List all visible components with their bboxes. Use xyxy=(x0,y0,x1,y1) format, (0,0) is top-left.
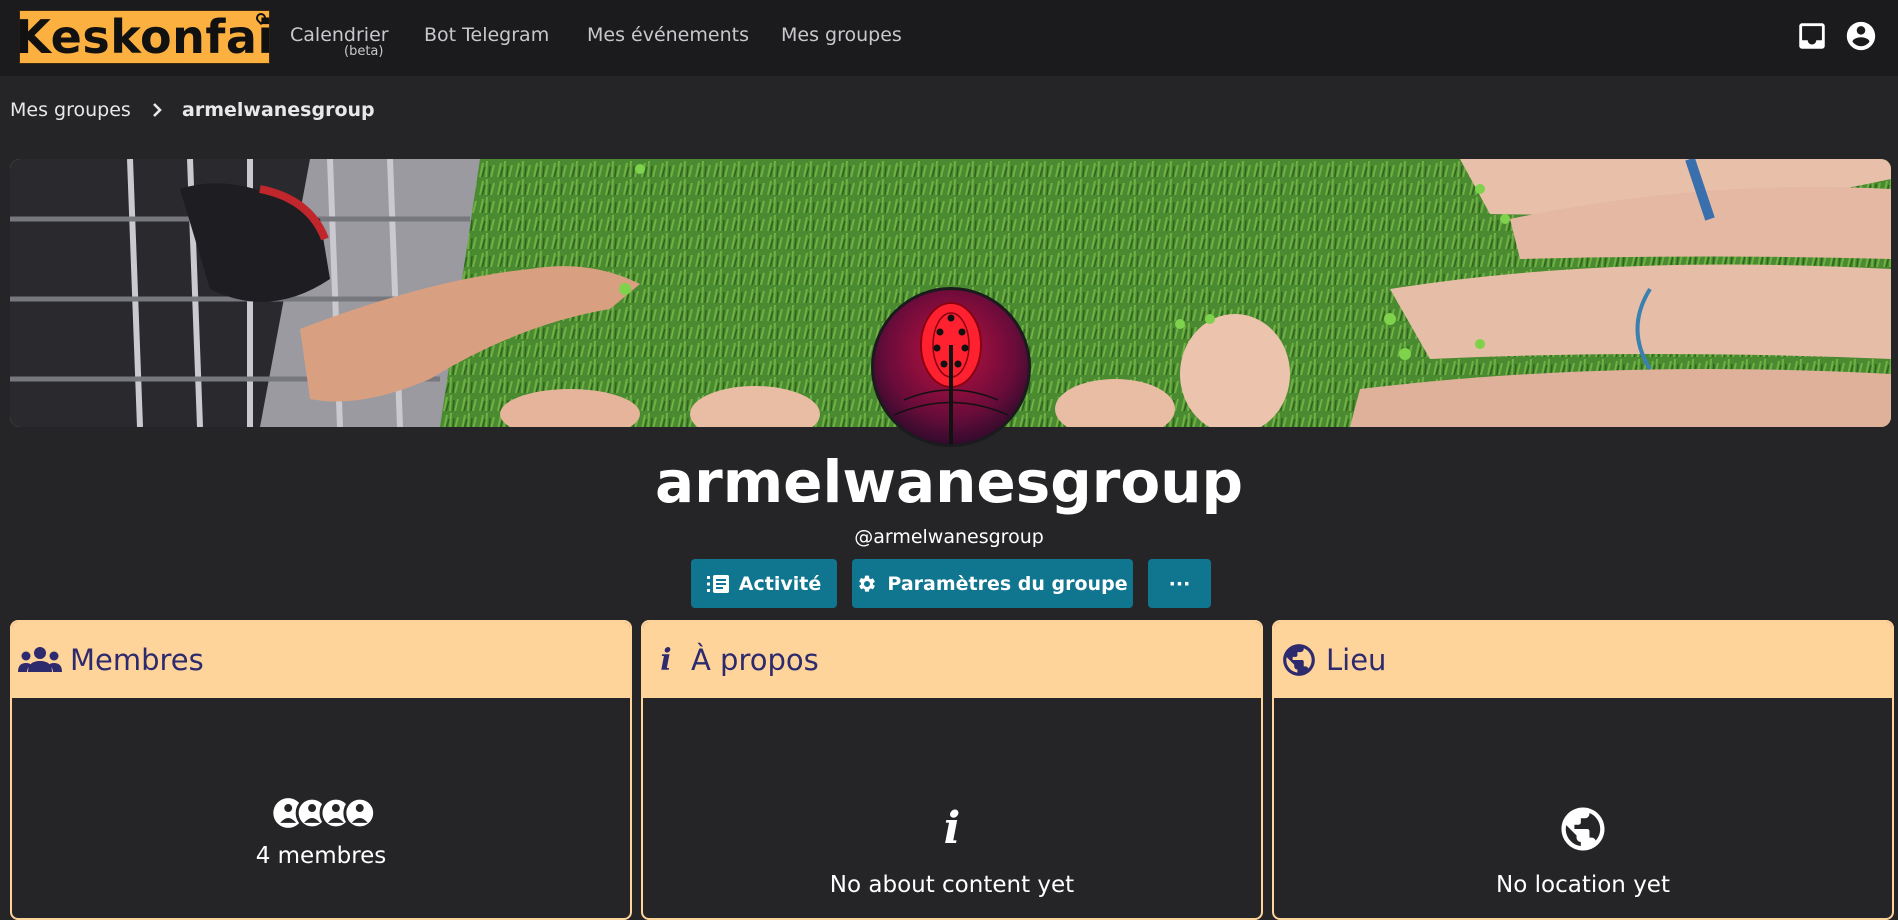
about-card-header: i À propos xyxy=(643,622,1261,698)
group-handle: @armelwanesgroup xyxy=(854,526,1044,548)
nav-item-mes-groupes[interactable]: Mes groupes xyxy=(781,24,902,46)
top-navbar: Keskonfai Calendrier (beta) Bot Telegram… xyxy=(0,0,1898,76)
more-options-button[interactable]: ··· xyxy=(1148,559,1211,608)
member-avatars-icon xyxy=(273,796,377,830)
earth-icon xyxy=(1283,644,1315,676)
members-card-title: Membres xyxy=(70,643,204,677)
location-empty-text: No location yet xyxy=(1496,872,1670,898)
nav-beta-label: (beta) xyxy=(344,44,384,59)
account-group-icon xyxy=(18,647,62,672)
about-card-title: À propos xyxy=(691,643,819,677)
members-card-header[interactable]: Membres xyxy=(12,622,630,698)
breadcrumb-current: armelwanesgroup xyxy=(182,99,375,121)
group-avatar xyxy=(871,287,1031,447)
account-circle-icon[interactable] xyxy=(1844,19,1878,53)
earth-large-icon xyxy=(1561,807,1605,851)
timeline-list-icon xyxy=(706,574,729,593)
information-large-icon: i xyxy=(943,803,961,854)
activity-button-label: Activité xyxy=(738,572,822,595)
nav-item-bot-telegram[interactable]: Bot Telegram xyxy=(424,24,549,46)
group-title: armelwanesgroup xyxy=(654,448,1244,516)
nav-item-calendrier[interactable]: Calendrier xyxy=(290,24,389,46)
location-card-header: Lieu xyxy=(1274,622,1892,698)
information-icon: i xyxy=(660,642,672,678)
nav-item-mes-evenements[interactable]: Mes événements xyxy=(587,24,749,46)
location-card: Lieu No location yet xyxy=(1272,620,1894,920)
activity-button[interactable]: Activité xyxy=(691,559,837,608)
members-count-text[interactable]: 4 membres xyxy=(12,843,630,869)
logo-text: Keskonfai xyxy=(15,10,274,64)
group-settings-button[interactable]: Paramètres du groupe xyxy=(852,559,1133,608)
members-card: Membres 4 membres xyxy=(10,620,632,920)
about-empty-text: No about content yet xyxy=(829,872,1075,898)
inbox-icon[interactable] xyxy=(1795,19,1829,53)
keskonfai-logo[interactable]: Keskonfai xyxy=(15,10,273,64)
gear-icon xyxy=(859,575,876,592)
chevron-right-icon xyxy=(153,103,162,117)
avatar-illustration xyxy=(874,290,1028,444)
location-card-title: Lieu xyxy=(1326,643,1387,677)
group-settings-button-label: Paramètres du groupe xyxy=(887,572,1128,595)
about-card: i À propos i No about content yet xyxy=(641,620,1263,920)
more-options-label: ··· xyxy=(1168,572,1191,595)
breadcrumb-parent-link[interactable]: Mes groupes xyxy=(10,99,131,121)
